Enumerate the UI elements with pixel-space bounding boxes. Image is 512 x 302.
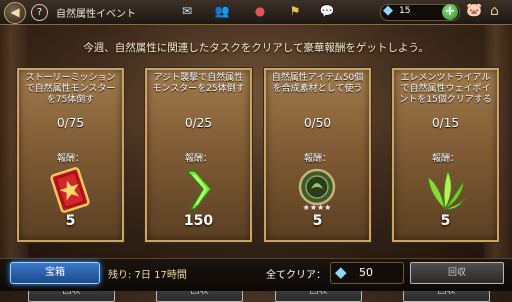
task-card-2: アジト襲撃で自然属性モンスターを25体倒す 0/25 報酬： 150 回収 — [145, 68, 252, 302]
card-icon — [50, 167, 90, 213]
task-description: 自然属性アイテム50個を合成素材として使う — [271, 73, 364, 94]
back-arrow-icon: ◀ — [10, 5, 20, 19]
reward-label: 報酬： — [56, 154, 84, 164]
chest-button[interactable]: 宝箱 — [10, 262, 100, 284]
pin-icon[interactable]: ● — [248, 3, 272, 20]
gem-icon: ◆ — [335, 263, 347, 281]
back-button[interactable]: ◀ — [4, 2, 26, 24]
task-card-4: エレメンツトライアルで自然属性ウェイポイントを15個クリアする 0/15 報酬：… — [392, 68, 499, 302]
task-description: エレメンツトライアルで自然属性ウェイポイントを15個クリアする — [399, 73, 492, 105]
gem-currency-display: ◆ 15 + — [380, 3, 460, 21]
all-clear-gem-count: 50 — [359, 266, 373, 279]
mail-icon[interactable]: ✉ — [175, 3, 199, 20]
medal-icon: ★★★★ — [298, 168, 336, 212]
reward-count: 5 — [440, 213, 451, 229]
top-bar: ◀ ? 自然属性イベント ✉ 👥 ● ⚑ 💬 ◆ 15 + 🐷 ⌂ — [0, 0, 512, 25]
people-icon[interactable]: 👥 — [210, 3, 234, 20]
leaf-icon — [427, 169, 467, 211]
chat-icon[interactable]: 💬 — [315, 3, 339, 20]
task-description: ストーリーミッションで自然属性モンスターを75体倒す — [25, 73, 116, 105]
task-progress: 0/25 — [185, 116, 212, 130]
gem-count: 15 — [399, 6, 411, 16]
arrow-icon — [185, 170, 212, 210]
flag-icon[interactable]: ⚑ — [283, 3, 307, 20]
task-card-1: ストーリーミッションで自然属性モンスターを75体倒す 0/75 報酬： 5 回収 — [17, 68, 124, 302]
task-progress: 0/15 — [432, 116, 459, 130]
event-headline: 今週、自然属性に関連したタスクをクリアして豪華報酬をゲットしよう。 — [83, 42, 429, 54]
help-button[interactable]: ? — [31, 4, 48, 21]
remaining-time: 残り: 7日 17時間 — [108, 270, 187, 281]
gem-icon: ◆ — [383, 3, 393, 18]
add-gems-button[interactable]: + — [442, 4, 458, 20]
task-progress: 0/75 — [57, 116, 84, 130]
reward-label: 報酬： — [431, 154, 459, 164]
piggy-bank-icon[interactable]: 🐷 — [466, 3, 482, 18]
page-title: 自然属性イベント — [56, 9, 136, 20]
all-clear-reward: ◆ 50 — [330, 262, 404, 284]
claim-all-button[interactable]: 回収 — [410, 262, 504, 284]
svg-text:★★★★: ★★★★ — [303, 203, 332, 212]
reward-label: 報酬： — [184, 154, 212, 164]
task-description: アジト襲撃で自然属性モンスターを25体倒す — [152, 73, 245, 94]
home-icon[interactable]: ⌂ — [490, 3, 499, 19]
task-progress: 0/50 — [304, 116, 331, 130]
task-card-3: 自然属性アイテム50個を合成素材として使う 0/50 報酬： ★★★★ 5 回収 — [264, 68, 371, 302]
reward-count: 5 — [65, 213, 76, 229]
reward-count: 150 — [183, 213, 214, 229]
reward-label: 報酬： — [303, 154, 331, 164]
all-clear-label: 全てクリア： — [266, 270, 326, 281]
reward-count: 5 — [312, 213, 323, 229]
